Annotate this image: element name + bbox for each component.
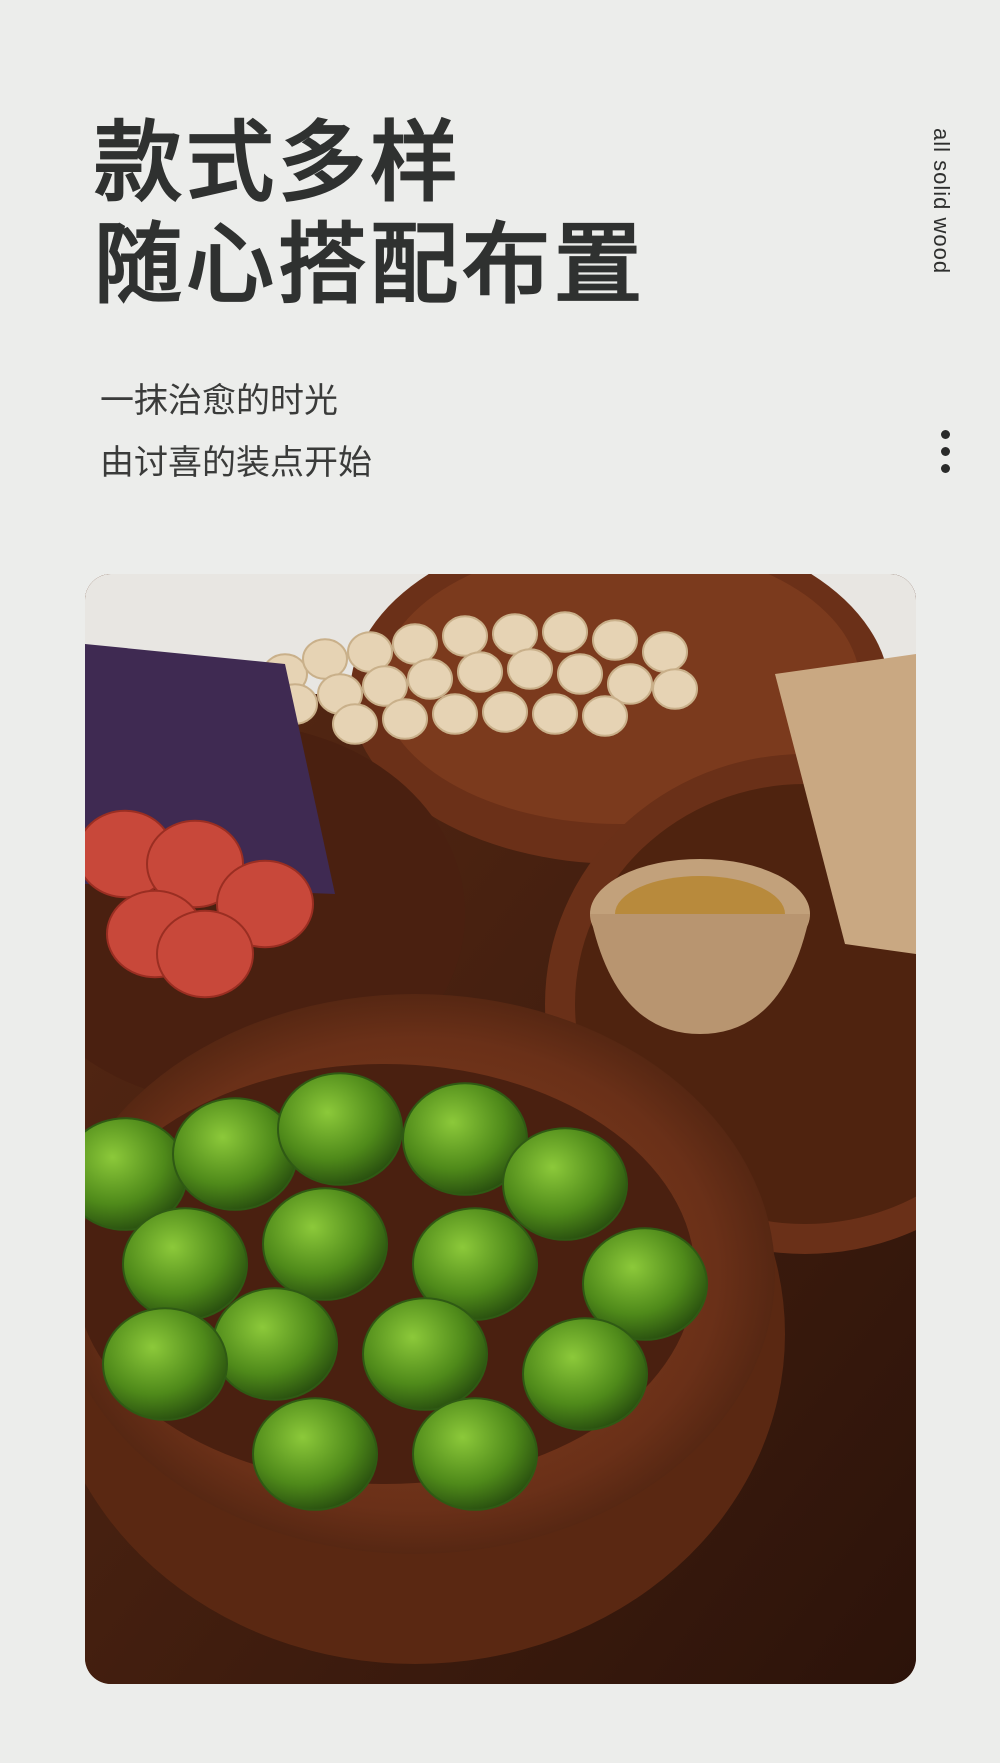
lime — [262, 1187, 388, 1301]
title-line-2: 随心搭配布置 — [94, 213, 647, 316]
dot — [940, 447, 950, 456]
pistachio — [592, 619, 638, 661]
pistachio — [302, 638, 348, 680]
lime — [412, 1397, 538, 1511]
pistachio — [482, 691, 528, 733]
pistachio — [392, 623, 438, 665]
lime — [277, 1072, 403, 1186]
subtitle-line-1: 一抹治愈的时光 — [100, 381, 338, 421]
pistachio — [432, 693, 478, 735]
lime — [522, 1317, 648, 1431]
pistachio — [332, 703, 378, 745]
lime — [502, 1127, 628, 1241]
side-label: all solid wood — [929, 128, 954, 275]
lime — [122, 1207, 248, 1321]
pistachio — [407, 658, 453, 700]
pistachio — [557, 653, 603, 695]
pistachio — [492, 613, 538, 655]
photo-illustration — [85, 574, 916, 1684]
pistachio — [532, 693, 578, 735]
lime — [252, 1397, 378, 1511]
product-photo — [85, 574, 916, 1684]
dot — [940, 464, 950, 473]
pistachio — [582, 695, 628, 737]
page-title: 款式多样 随心搭配布置 — [94, 112, 646, 316]
pistachio — [652, 668, 698, 710]
pistachio — [457, 651, 503, 693]
lime — [212, 1287, 338, 1401]
pistachio — [507, 648, 553, 690]
pistachio — [382, 698, 428, 740]
title-line-1: 款式多样 — [94, 111, 463, 214]
lime — [172, 1097, 298, 1211]
lime — [102, 1307, 228, 1421]
pistachio — [542, 611, 588, 653]
more-vertical-icon[interactable] — [938, 430, 952, 480]
pistachio — [442, 615, 488, 657]
lime — [362, 1297, 488, 1411]
subtitle-line-2: 由讨喜的装点开始 — [100, 443, 372, 483]
dried-persimmon — [156, 909, 254, 999]
dot — [940, 430, 950, 439]
subtitle: 一抹治愈的时光 由讨喜的装点开始 — [100, 370, 372, 494]
pistachio — [642, 631, 688, 673]
